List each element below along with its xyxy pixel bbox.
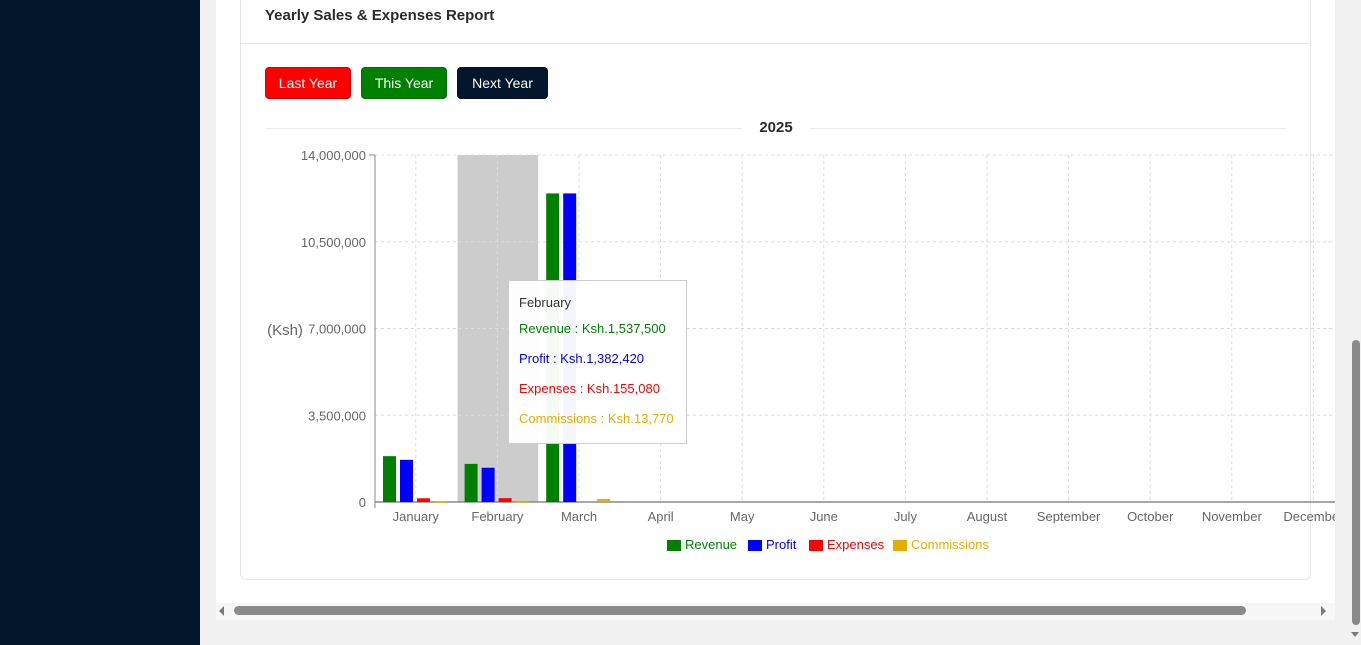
y-tick-label: 0 — [359, 495, 366, 510]
bar-expenses-february — [498, 498, 512, 502]
scroll-right-arrow-icon[interactable] — [1321, 606, 1326, 616]
tooltip-expenses: Expenses : Ksh.155,080 — [519, 381, 660, 396]
x-tick-label: September — [1037, 509, 1101, 524]
chart-tooltip: February Revenue : Ksh.1,537,500 Profit … — [508, 280, 687, 444]
legend-swatch-expenses — [809, 540, 823, 551]
x-tick-label: June — [810, 509, 838, 524]
x-tick-label: January — [393, 509, 440, 524]
scroll-down-arrow-icon[interactable] — [1351, 632, 1359, 637]
legend-label-revenue: Revenue — [685, 537, 737, 552]
bar-revenue-february — [464, 463, 478, 502]
x-tick-label: May — [730, 509, 755, 524]
x-tick-label: August — [967, 509, 1008, 524]
bar-commissions-march — [597, 499, 611, 502]
legend-swatch-profit — [748, 540, 762, 551]
y-axis-label: (Ksh) — [267, 322, 303, 339]
bar-revenue-january — [383, 456, 396, 502]
y-tick-label: 3,500,000 — [308, 408, 366, 423]
bar-profit-january — [400, 459, 413, 502]
tooltip-profit: Profit : Ksh.1,382,420 — [519, 351, 645, 366]
x-tick-label: July — [894, 509, 918, 524]
x-tick-label: February — [471, 509, 524, 524]
legend-swatch-commissions — [893, 540, 907, 551]
bar-expenses-january — [417, 498, 430, 502]
scroll-left-arrow-icon[interactable] — [219, 606, 224, 616]
legend-label-commissions: Commissions — [911, 537, 990, 552]
bar-profit-february — [481, 467, 495, 502]
y-tick-label: 10,500,000 — [301, 235, 366, 250]
x-tick-label: November — [1202, 509, 1263, 524]
x-tick-label: October — [1127, 509, 1174, 524]
x-tick-label: March — [561, 509, 597, 524]
legend-label-profit: Profit — [766, 537, 797, 552]
y-tick-label: 7,000,000 — [308, 322, 366, 337]
bar-commissions-february — [515, 501, 529, 503]
x-tick-label: April — [648, 509, 674, 524]
tooltip-revenue: Revenue : Ksh.1,537,500 — [519, 321, 666, 336]
vertical-scrollbar[interactable] — [1349, 0, 1361, 645]
x-tick-label: December — [1283, 509, 1335, 524]
horizontal-scroll-thumb[interactable] — [234, 606, 1246, 615]
legend-swatch-revenue — [667, 540, 681, 551]
bar-commissions-january — [434, 501, 447, 503]
y-tick-label: 14,000,000 — [301, 148, 366, 163]
horizontal-scrollbar[interactable] — [216, 603, 1335, 620]
tooltip-month: February — [519, 295, 572, 310]
legend-label-expenses: Expenses — [827, 537, 885, 552]
tooltip-commissions: Commissions : Ksh.13,770 — [519, 411, 674, 426]
vertical-scroll-thumb[interactable] — [1352, 340, 1360, 625]
